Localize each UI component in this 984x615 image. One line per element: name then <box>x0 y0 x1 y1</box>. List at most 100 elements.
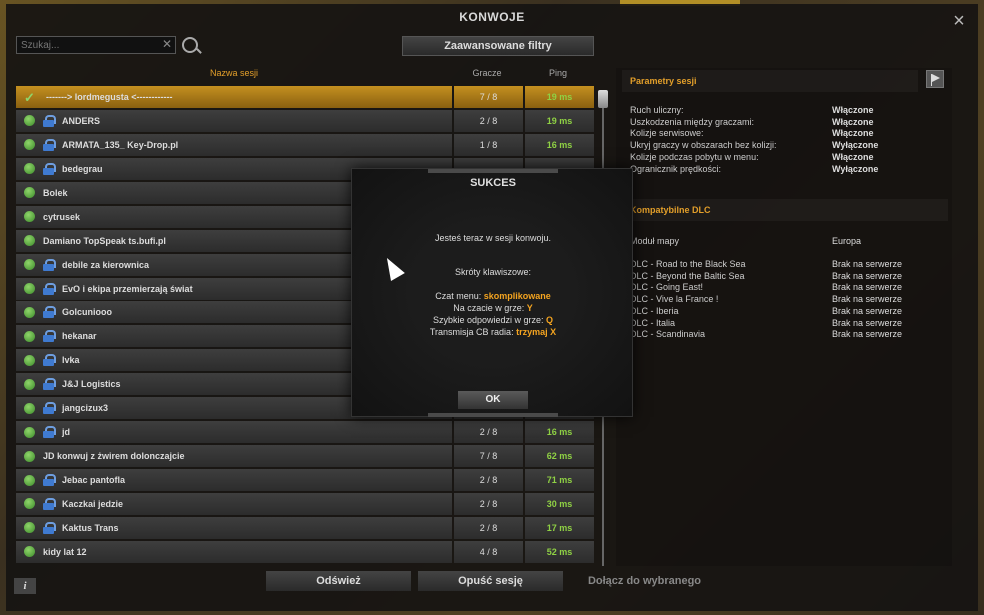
lock-icon <box>43 474 56 486</box>
session-name: ARMATA_135_ Key-Drop.pl <box>62 139 179 150</box>
refresh-button[interactable]: Odśwież <box>266 571 411 591</box>
column-header-ping[interactable]: Ping <box>523 68 593 78</box>
session-row[interactable]: ARMATA_135_ Key-Drop.pl 1 / 8 16 ms <box>16 133 594 156</box>
search-input[interactable] <box>16 36 176 54</box>
session-name: jangcizux3 <box>62 403 109 414</box>
status-dot-icon <box>24 163 35 175</box>
dialog-bottom-bar <box>428 413 558 417</box>
window-title: KONWOJE <box>459 10 525 24</box>
session-ping: 30 ms <box>525 492 594 515</box>
clear-search-icon[interactable]: ✕ <box>162 37 172 51</box>
session-name-cell[interactable]: Kaczkai jedzie <box>16 492 452 515</box>
session-name: Golcuniooo <box>62 307 112 318</box>
shortcut-line: Czat menu: skomplikowane <box>352 291 634 301</box>
status-dot-icon <box>24 235 35 247</box>
session-name-cell[interactable]: kidy lat 12 <box>16 540 452 563</box>
column-header-players[interactable]: Gracze <box>452 68 522 78</box>
shortcut-line: Na czacie w grze: Y <box>352 303 634 313</box>
check-icon: ✓ <box>24 89 35 105</box>
session-ping: 62 ms <box>525 445 594 468</box>
status-dot-icon <box>24 378 35 390</box>
session-name-cell[interactable]: Jebac pantofla <box>16 469 452 491</box>
dlc-name: DLC - Road to the Black Sea <box>630 259 746 269</box>
dialog-top-bar <box>428 169 558 173</box>
param-value: Włączone <box>832 128 874 139</box>
session-name: ANDERS <box>62 115 101 126</box>
session-players: 2 / 8 <box>454 516 523 539</box>
status-dot-icon <box>24 330 35 342</box>
session-players: 2 / 8 <box>454 469 523 491</box>
dialog-message: Jesteś teraz w sesji konwoju. <box>434 233 552 243</box>
param-label: Ukryj graczy w obszarach bez kolizji: <box>630 140 777 151</box>
leave-session-button[interactable]: Opuść sesję <box>418 571 563 591</box>
session-name: Jebac pantofla <box>62 475 126 485</box>
dialog-title: SUKCES <box>470 177 516 189</box>
shortcut-label: Transmisja CB radia: <box>429 327 517 337</box>
shortcut-key: Y <box>526 303 533 313</box>
param-label: Ogranicznik prędkości: <box>630 163 722 174</box>
session-row[interactable]: ANDERS 2 / 8 19 ms <box>16 109 594 132</box>
lock-icon <box>43 282 56 295</box>
dlc-status: Brak na serwerze <box>832 329 903 340</box>
dlc-name: DLC - Going East! <box>630 282 704 293</box>
param-value: Włączone <box>832 116 874 127</box>
param-value: Włączone <box>832 151 874 162</box>
dlc-name: DLC - Italia <box>630 317 676 328</box>
lock-icon <box>43 330 56 343</box>
info-icon[interactable]: i <box>14 578 36 594</box>
status-dot-icon <box>24 306 35 318</box>
scrollbar-thumb[interactable] <box>598 90 608 108</box>
status-dot-icon <box>24 115 35 127</box>
param-label: Uszkodzenia między graczami: <box>630 116 755 127</box>
dlc-header: Kompatybilne DLC <box>622 199 948 221</box>
session-name-cell[interactable]: Kaktus Trans <box>16 516 452 539</box>
shortcut-key: Q <box>546 315 554 325</box>
session-name-cell[interactable]: jd <box>16 421 452 444</box>
status-dot-icon <box>24 283 35 294</box>
session-row[interactable]: ✓ -------> lordmegusta <------------ 7 / 8… <box>16 86 594 108</box>
session-row[interactable]: jd 2 / 8 16 ms <box>16 421 594 444</box>
shortcut-key: skomplikowane <box>483 291 551 301</box>
session-ping: 17 ms <box>525 516 594 539</box>
status-dot-icon <box>24 450 35 462</box>
dlc-status: Brak na serwerze <box>832 294 903 305</box>
param-label: Kolizje podczas pobytu w menu: <box>630 151 759 162</box>
session-players: 1 / 8 <box>454 133 523 156</box>
shortcut-label: Na czacie w grze: <box>453 303 527 313</box>
status-dot-icon <box>24 546 35 558</box>
session-name-cell[interactable]: JD konwuj z żwirem dolonczajcie <box>16 445 452 468</box>
status-dot-icon <box>24 139 35 151</box>
session-row[interactable]: kidy lat 12 4 / 8 52 ms <box>16 540 594 563</box>
status-dot-icon <box>24 187 35 199</box>
lock-icon <box>43 114 56 127</box>
advanced-filters-button[interactable]: Zaawansowane filtry <box>402 36 594 56</box>
status-dot-icon <box>24 354 35 366</box>
lock-icon <box>43 258 56 271</box>
lock-icon <box>43 521 56 534</box>
shortcut-key: trzymaj X <box>516 327 557 337</box>
param-value: Włączone <box>832 105 874 115</box>
dlc-name: DLC - Vive la France ! <box>630 294 719 305</box>
lock-icon <box>43 378 56 391</box>
shortcut-label: Czat menu: <box>435 291 484 301</box>
flag-icon[interactable] <box>926 70 944 88</box>
status-dot-icon <box>24 474 35 486</box>
session-row[interactable]: Jebac pantofla 2 / 8 71 ms <box>16 469 594 491</box>
session-name-cell[interactable]: ✓ -------> lordmegusta <------------ <box>16 86 452 108</box>
session-name: jd <box>62 427 70 438</box>
column-header-name[interactable]: Nazwa sesji <box>16 68 452 78</box>
session-row[interactable]: Kaczkai jedzie 2 / 8 30 ms <box>16 492 594 515</box>
param-value: Wyłączone <box>832 163 879 174</box>
session-row[interactable]: Kaktus Trans 2 / 8 17 ms <box>16 516 594 539</box>
lock-icon <box>43 138 56 151</box>
join-selected-button[interactable]: Dołącz do wybranego <box>572 571 717 591</box>
close-icon[interactable]: × <box>950 11 968 31</box>
ok-button[interactable]: OK <box>458 391 528 409</box>
session-params-header: Parametry sesji <box>622 70 918 92</box>
dlc-module-label: Moduł mapy <box>630 236 680 246</box>
session-row[interactable]: JD konwuj z żwirem dolonczajcie 7 / 8 62 m… <box>16 445 594 468</box>
session-players: 2 / 8 <box>454 109 523 132</box>
search-icon[interactable] <box>182 37 198 53</box>
session-name-cell[interactable]: ANDERS <box>16 109 452 132</box>
session-name-cell[interactable]: ARMATA_135_ Key-Drop.pl <box>16 133 452 156</box>
